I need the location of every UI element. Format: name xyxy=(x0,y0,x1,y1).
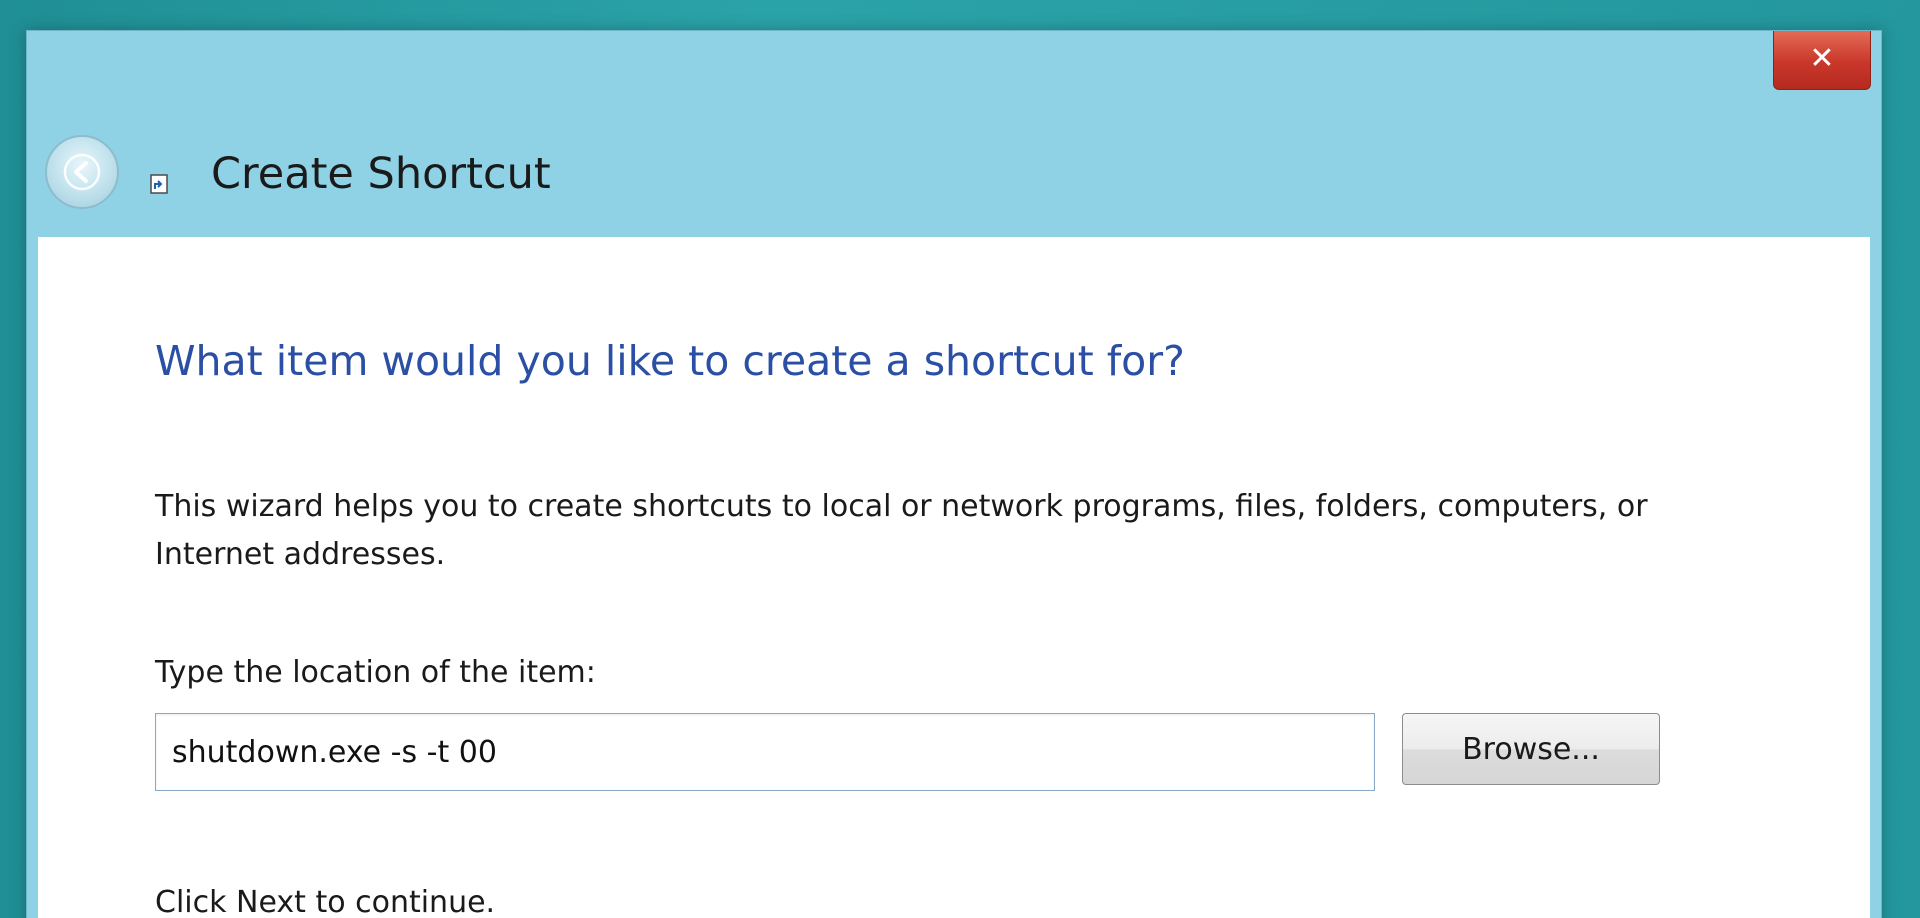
location-input[interactable] xyxy=(155,713,1375,791)
wizard-description: This wizard helps you to create shortcut… xyxy=(155,489,1648,572)
back-arrow-icon xyxy=(63,153,101,191)
back-button[interactable] xyxy=(45,135,119,209)
wizard-content: What item would you like to create a sho… xyxy=(38,237,1870,918)
create-shortcut-window: ✕ Create Shortcut What item would you li… xyxy=(26,30,1882,918)
location-label: Type the location of the item: xyxy=(155,655,596,690)
wizard-heading: What item would you like to create a sho… xyxy=(155,337,1185,385)
window-title: Create Shortcut xyxy=(211,149,551,199)
next-hint: Click Next to continue. xyxy=(155,885,496,918)
close-button[interactable]: ✕ xyxy=(1773,31,1871,90)
browse-button[interactable]: Browse... xyxy=(1402,713,1660,785)
close-icon: ✕ xyxy=(1809,41,1835,76)
shortcut-icon xyxy=(150,174,168,194)
